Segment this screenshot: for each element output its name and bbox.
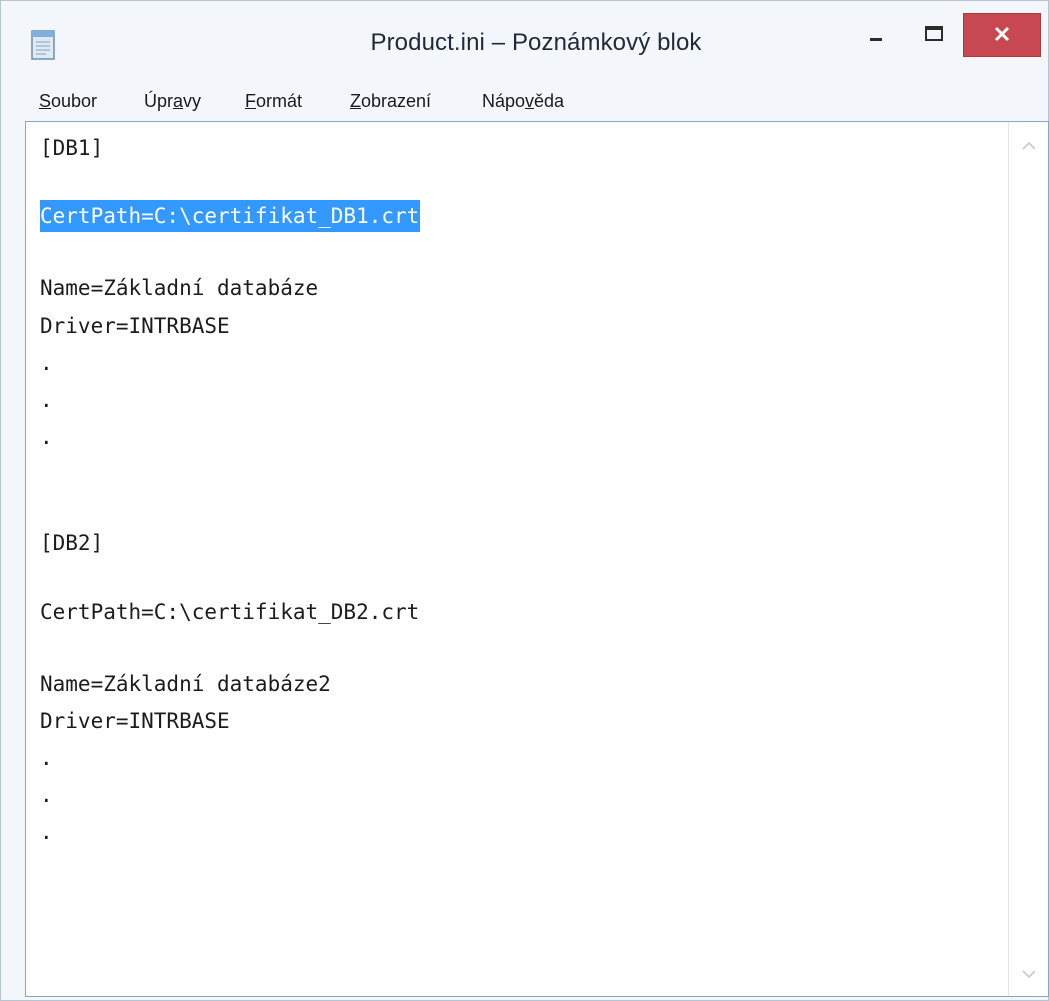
maximize-button[interactable] [906, 15, 962, 57]
menu-upravy[interactable]: Úpravy [144, 88, 201, 114]
menu-soubor[interactable]: Soubor [39, 88, 97, 114]
minimize-button[interactable] [853, 15, 899, 57]
text-editor-frame: [DB1] CertPath=C:\certifikat_DB1.crt Nam… [25, 121, 1049, 997]
text-line: Name=Základní databáze2 [40, 672, 331, 696]
text-line: [DB1] [40, 136, 104, 160]
close-icon [994, 26, 1010, 42]
text-line: [DB2] [40, 531, 104, 555]
notepad-window: Product.ini – Poznámkový blok Soubor Úpr… [0, 0, 1049, 1001]
text-line: Driver=INTRBASE [40, 709, 230, 733]
text-line: . [40, 388, 53, 412]
menu-napoveda[interactable]: Nápověda [482, 88, 564, 114]
menu-bar: Soubor Úpravy Formát Zobrazení Nápověda [1, 85, 1048, 119]
text-line: . [40, 783, 53, 807]
chevron-down-icon[interactable] [1019, 964, 1039, 984]
maximize-icon [925, 26, 943, 41]
chevron-up-icon[interactable] [1019, 136, 1039, 156]
selected-text-line: CertPath=C:\certifikat_DB1.crt [40, 200, 421, 232]
text-line: Driver=INTRBASE [40, 314, 230, 338]
text-line: . [40, 746, 53, 770]
text-line: . [40, 351, 53, 375]
close-button[interactable] [963, 13, 1041, 57]
text-line: CertPath=C:\certifikat_DB2.crt [40, 600, 420, 624]
menu-zobrazeni[interactable]: Zobrazení [350, 88, 431, 114]
minimize-icon [870, 38, 882, 41]
text-line: . [40, 425, 53, 449]
menu-format[interactable]: Formát [245, 88, 302, 114]
title-bar[interactable]: Product.ini – Poznámkový blok [1, 1, 1048, 83]
text-editor[interactable]: [DB1] CertPath=C:\certifikat_DB1.crt Nam… [26, 122, 1008, 996]
text-line: . [40, 820, 53, 844]
vertical-scrollbar[interactable] [1008, 122, 1048, 996]
text-line: Name=Základní databáze [40, 276, 319, 300]
